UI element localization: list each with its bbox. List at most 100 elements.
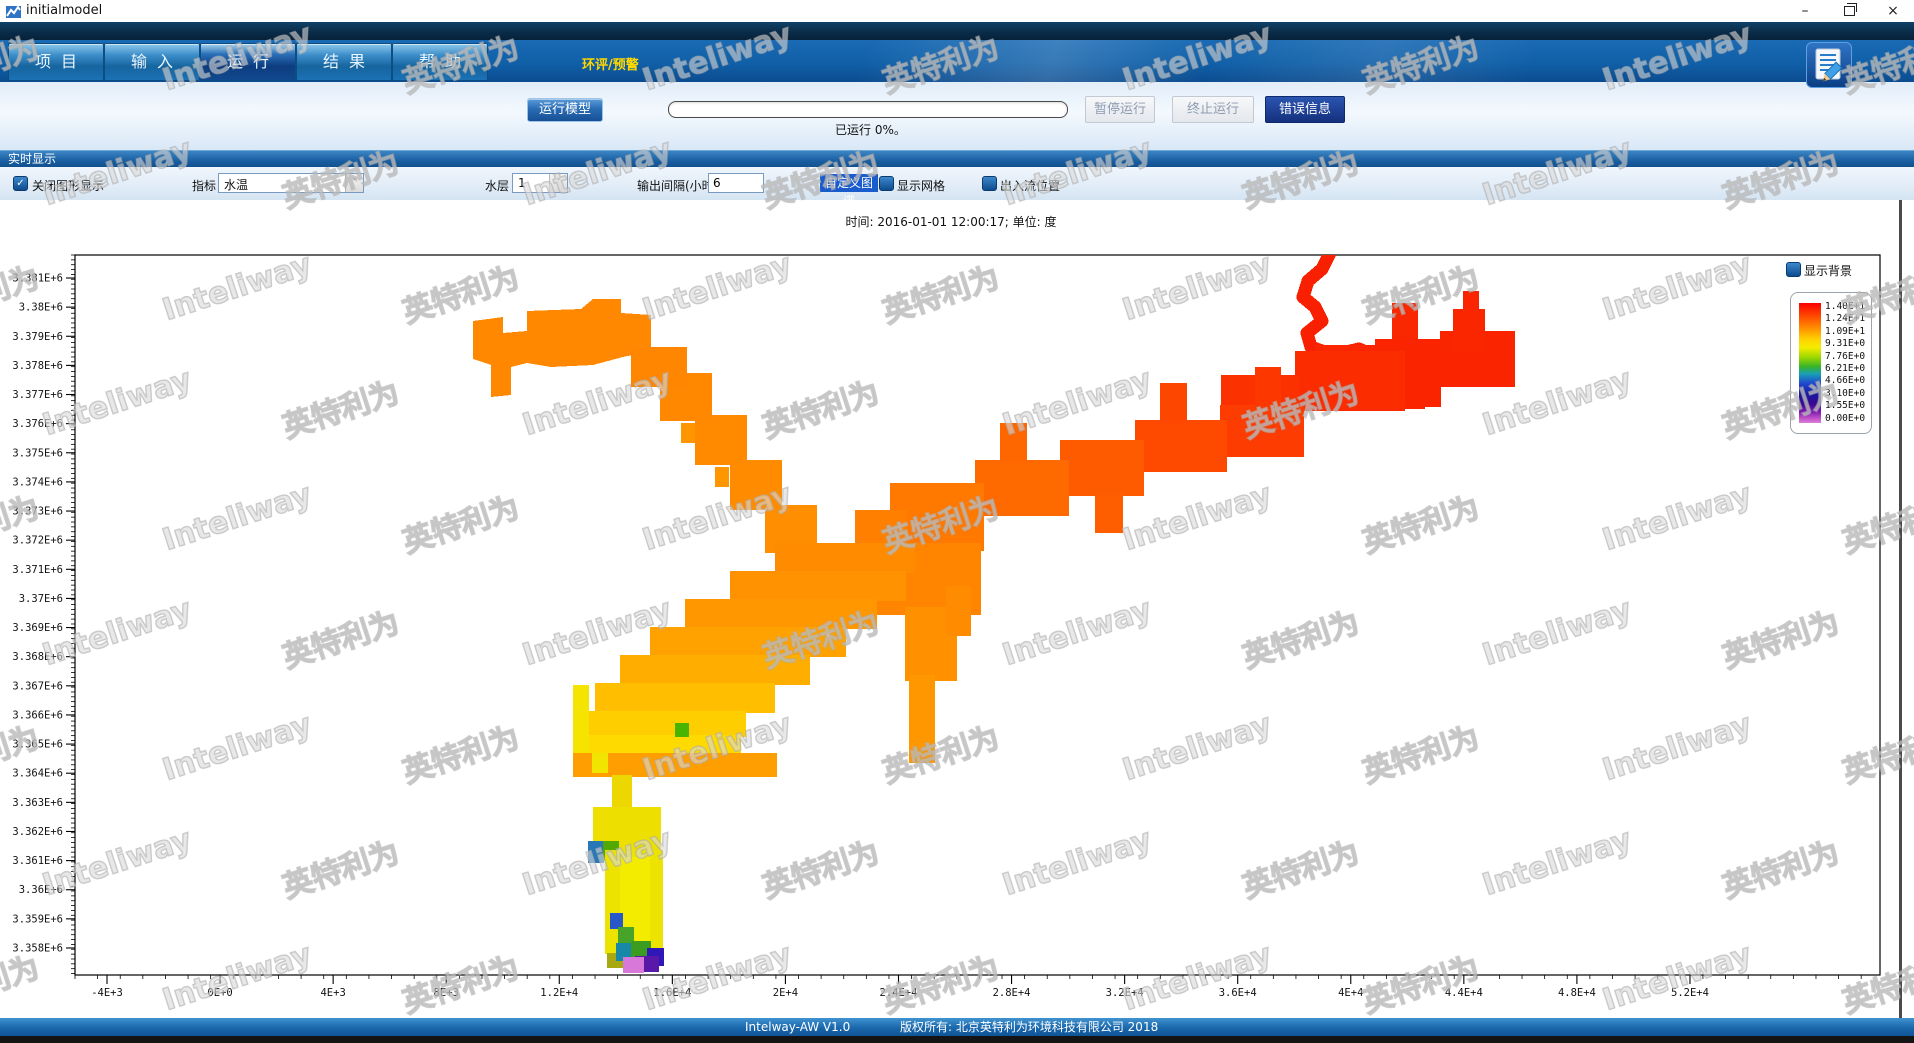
menu-bar: 项目输入运行结果帮助: [0, 40, 1914, 82]
temperature-map-plot: 3.381E+6 3.38E+6 3.379E+6 3.378E+6 3.377E+6 3…: [0, 200, 1914, 1018]
svg-text:5.2E+4: 5.2E+4: [1671, 987, 1709, 999]
legend-value: 1.40E+1: [1825, 301, 1869, 313]
color-scale-legend: 1.40E+11.24E+11.09E+19.31E+07.76E+06.21E…: [1790, 292, 1872, 434]
svg-text:3.368E+6: 3.368E+6: [12, 651, 63, 663]
legend-value: 1.24E+1: [1825, 313, 1869, 325]
error-info-button[interactable]: 错误信息: [1265, 96, 1345, 123]
svg-text:3.375E+6: 3.375E+6: [12, 447, 63, 459]
close-graph-label: 关闭图形显示: [32, 177, 104, 194]
progress-bar: [668, 101, 1068, 118]
svg-text:3.6E+4: 3.6E+4: [1219, 987, 1257, 999]
indicator-value: 水温: [224, 176, 248, 193]
application-window: initialmodel – × 项目输入运行结果帮助 环评/预警 运行模型: [0, 0, 1914, 1043]
stop-run-button[interactable]: 终止运行: [1172, 96, 1254, 123]
svg-text:2.4E+4: 2.4E+4: [880, 987, 918, 999]
legend-value: 1.09E+1: [1825, 326, 1869, 338]
layer-label: 水层: [485, 177, 509, 194]
window-right-edge: [1899, 200, 1902, 1018]
svg-text:3.373E+6: 3.373E+6: [12, 506, 63, 518]
notes-button[interactable]: [1806, 42, 1852, 88]
svg-text:2E+4: 2E+4: [773, 987, 798, 999]
copyright: 版权所有: 北京英特利为环境科技有限公司 2018: [900, 1018, 1158, 1036]
pause-run-button[interactable]: 暂停运行: [1085, 96, 1155, 123]
flow-position-checkbox[interactable]: [982, 176, 997, 191]
svg-text:3.37E+6: 3.37E+6: [19, 593, 63, 605]
window-title: initialmodel: [26, 3, 102, 18]
svg-text:3.366E+6: 3.366E+6: [12, 709, 63, 721]
svg-text:2.8E+4: 2.8E+4: [993, 987, 1031, 999]
show-background-checkbox[interactable]: [1786, 262, 1801, 277]
realtime-display-header: 实时显示: [0, 150, 1914, 167]
tab-1[interactable]: 项目: [8, 43, 104, 81]
svg-text:3.381E+6: 3.381E+6: [12, 273, 63, 285]
tab-2[interactable]: 输入: [104, 43, 200, 81]
custom-colormap-button[interactable]: 自定义图谱: [820, 174, 878, 192]
tab-3[interactable]: 运行: [200, 43, 296, 81]
svg-text:1.2E+4: 1.2E+4: [540, 987, 578, 999]
realtime-controls-row: ✓ 关闭图形显示 指标 水温 ˅ 水层 1 ˅ 输出间隔(小时) 自定义图谱 显…: [0, 167, 1914, 200]
notepad-pencil-icon: [1807, 43, 1851, 87]
show-background-label: 显示背景: [1804, 262, 1852, 279]
minimize-button[interactable]: –: [1788, 0, 1822, 22]
indicator-dropdown[interactable]: 水温 ˅: [218, 173, 364, 193]
svg-text:3.374E+6: 3.374E+6: [12, 476, 63, 488]
run-toolbar: 运行模型 已运行 0%。 暂停运行 终止运行 错误信息: [0, 82, 1914, 150]
layer-dropdown[interactable]: 1 ˅: [512, 173, 568, 193]
legend-value: 0.00E+0: [1825, 413, 1869, 425]
legend-value: 3.10E+0: [1825, 388, 1869, 400]
legend-values: 1.40E+11.24E+11.09E+19.31E+07.76E+06.21E…: [1825, 301, 1869, 425]
svg-text:3.359E+6: 3.359E+6: [12, 913, 63, 925]
svg-text:1.6E+4: 1.6E+4: [653, 987, 691, 999]
svg-text:3.367E+6: 3.367E+6: [12, 680, 63, 692]
run-model-button[interactable]: 运行模型: [527, 98, 603, 122]
svg-text:0E+0: 0E+0: [207, 987, 232, 999]
svg-text:3.376E+6: 3.376E+6: [12, 418, 63, 430]
title-bar: initialmodel – ×: [0, 0, 1914, 22]
color-gradient-bar: [1799, 303, 1821, 423]
svg-text:3.379E+6: 3.379E+6: [12, 331, 63, 343]
interval-input[interactable]: [708, 173, 764, 193]
close-button[interactable]: ×: [1876, 0, 1910, 22]
legend-value: 6.21E+0: [1825, 363, 1869, 375]
show-grid-checkbox[interactable]: [879, 176, 894, 191]
svg-text:3.372E+6: 3.372E+6: [12, 535, 63, 547]
svg-text:3.36E+6: 3.36E+6: [19, 884, 63, 896]
env-warning-label[interactable]: 环评/预警: [582, 54, 639, 73]
svg-text:3.369E+6: 3.369E+6: [12, 622, 63, 634]
svg-text:8E+3: 8E+3: [434, 987, 459, 999]
svg-text:3.358E+6: 3.358E+6: [12, 942, 63, 954]
progress-text: 已运行 0%。: [835, 121, 906, 138]
restore-button[interactable]: [1832, 0, 1866, 22]
svg-text:3.361E+6: 3.361E+6: [12, 855, 63, 867]
restore-icon: [1844, 6, 1855, 16]
svg-text:3.371E+6: 3.371E+6: [12, 564, 63, 576]
svg-text:4E+4: 4E+4: [1338, 987, 1363, 999]
legend-value: 9.31E+0: [1825, 338, 1869, 350]
svg-text:4.8E+4: 4.8E+4: [1558, 987, 1596, 999]
flow-position-label: 出入流位置: [1000, 177, 1060, 194]
top-dark-strip: [0, 22, 1914, 40]
legend-value: 1.55E+0: [1825, 400, 1869, 412]
show-grid-label: 显示网格: [897, 177, 945, 194]
layer-value: 1: [518, 176, 526, 190]
svg-text:3.378E+6: 3.378E+6: [12, 360, 63, 372]
tab-4[interactable]: 结果: [296, 43, 392, 81]
svg-text:4.4E+4: 4.4E+4: [1445, 987, 1483, 999]
map-chart-area: 时间: 2016-01-01 12:00:17; 单位: 度 3.381E+63…: [0, 200, 1914, 1018]
svg-text:3.363E+6: 3.363E+6: [12, 797, 63, 809]
chevron-down-icon: ˅: [345, 174, 363, 192]
svg-text:3.38E+6: 3.38E+6: [19, 302, 63, 314]
svg-text:4E+3: 4E+3: [320, 987, 345, 999]
app-version: Intelway-AW V1.0: [745, 1018, 850, 1036]
close-graph-checkbox[interactable]: ✓: [13, 176, 28, 191]
svg-text:3.2E+4: 3.2E+4: [1106, 987, 1144, 999]
svg-text:3.365E+6: 3.365E+6: [12, 739, 63, 751]
svg-text:-4E+3: -4E+3: [91, 987, 123, 999]
svg-text:3.362E+6: 3.362E+6: [12, 826, 63, 838]
chevron-down-icon: ˅: [549, 174, 567, 192]
svg-text:3.377E+6: 3.377E+6: [12, 389, 63, 401]
tab-5[interactable]: 帮助: [392, 43, 488, 81]
interval-label: 输出间隔(小时): [637, 177, 718, 194]
indicator-label: 指标: [192, 177, 216, 194]
svg-text:3.364E+6: 3.364E+6: [12, 768, 63, 780]
